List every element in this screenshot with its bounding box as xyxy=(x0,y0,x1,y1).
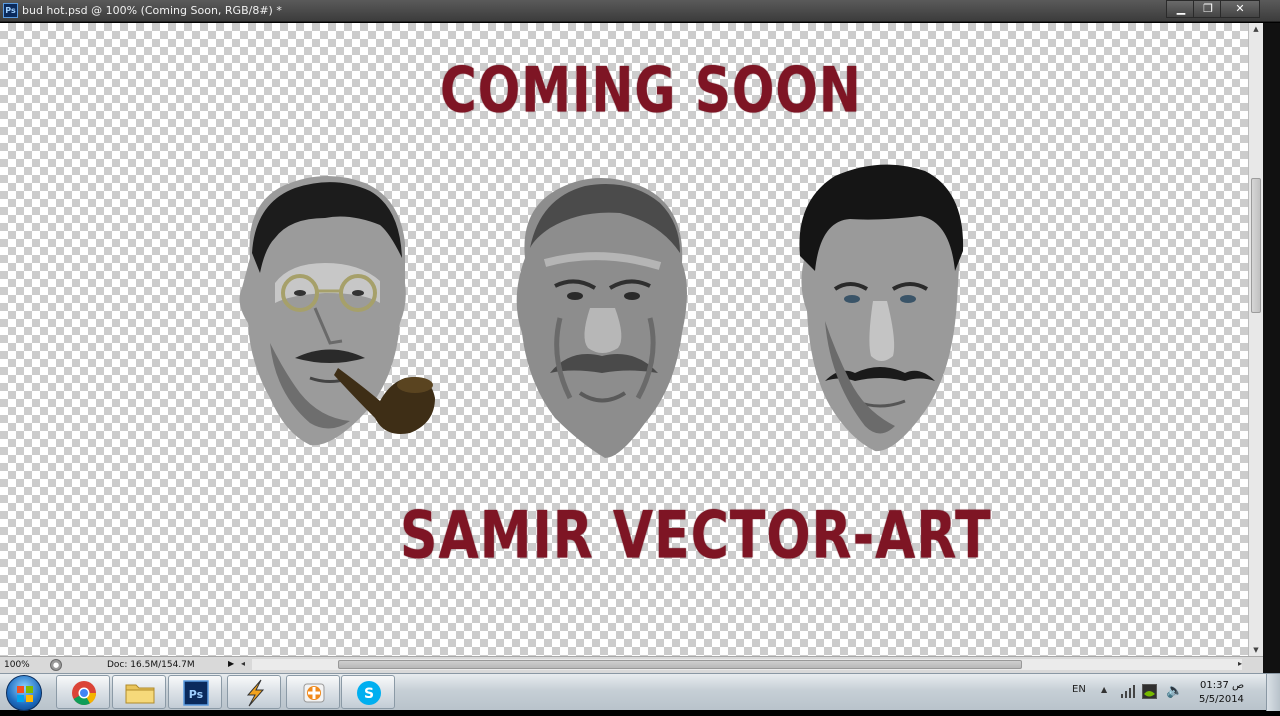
horizontal-scroll-thumb[interactable] xyxy=(338,660,1022,669)
horizontal-scrollbar[interactable] xyxy=(252,659,1242,670)
windows-flag-icon xyxy=(17,686,33,702)
windows-orb-icon[interactable] xyxy=(6,675,42,711)
chrome-icon xyxy=(72,681,96,706)
clock-date[interactable]: 5/5/2014 xyxy=(1199,694,1244,705)
status-bar: 100% ● Doc: 16.5M/154.7M ▶ ◂ ▸ xyxy=(0,656,1263,673)
winamp-icon xyxy=(246,679,265,707)
avast-icon xyxy=(303,683,325,703)
signal-bars-icon[interactable] xyxy=(1120,683,1136,699)
clock-time[interactable]: 01:37 ص xyxy=(1200,680,1244,691)
close-button[interactable]: ✕ xyxy=(1220,0,1260,18)
samir-vector-art-heading: SAMIR VECTOR-ART xyxy=(400,498,992,574)
taskbar-avast[interactable] xyxy=(286,675,340,709)
minimize-icon: ▁ xyxy=(1176,2,1186,15)
document-size: Doc: 16.5M/154.7M xyxy=(107,660,195,670)
svg-text:Ps: Ps xyxy=(189,688,204,701)
taskbar: Ps S EN ▲ 🔈 01:37 ص 5/5/2014 xyxy=(0,673,1280,711)
photoshop-icon: Ps xyxy=(183,680,209,706)
nvidia-icon[interactable] xyxy=(1142,684,1157,699)
show-hidden-icons-icon[interactable]: ▲ xyxy=(1101,685,1107,694)
close-icon: ✕ xyxy=(1235,2,1245,15)
skype-icon: S xyxy=(357,681,381,705)
scroll-left-icon[interactable]: ◂ xyxy=(241,659,245,668)
photoshop-window: Ps bud hot.psd @ 100% (Coming Soon, RGB/… xyxy=(0,0,1280,711)
taskbar-skype[interactable]: S xyxy=(341,675,395,709)
photoshop-app-icon: Ps xyxy=(3,3,18,18)
zoom-level[interactable]: 100% xyxy=(4,660,30,670)
document-title: bud hot.psd @ 100% (Coming Soon, RGB/8#)… xyxy=(22,4,282,17)
taskbar-chrome[interactable] xyxy=(56,675,110,709)
restore-button[interactable]: ❐ xyxy=(1193,0,1223,18)
title-bar[interactable]: Ps bud hot.psd @ 100% (Coming Soon, RGB/… xyxy=(0,0,1280,22)
scroll-right-icon[interactable]: ▸ xyxy=(1238,659,1242,668)
window-border xyxy=(1263,23,1280,673)
coming-soon-heading: COMING SOON xyxy=(440,53,862,127)
portrait-older-mustache-icon xyxy=(516,178,687,458)
taskbar-photoshop[interactable]: Ps xyxy=(168,675,222,709)
show-desktop-button[interactable] xyxy=(1266,674,1280,711)
volume-icon[interactable]: 🔈 xyxy=(1166,683,1183,699)
restore-icon: ❐ xyxy=(1203,2,1213,15)
document-canvas[interactable]: COMING SOON SAMIR VECTOR-ART xyxy=(0,23,1248,656)
vertical-scroll-thumb[interactable] xyxy=(1251,178,1261,313)
status-options-icon[interactable]: ● xyxy=(50,659,62,671)
status-menu-arrow-icon[interactable]: ▶ xyxy=(228,659,234,668)
scroll-down-icon[interactable]: ▼ xyxy=(1249,644,1263,656)
scroll-up-icon[interactable]: ▲ xyxy=(1249,23,1263,35)
taskbar-explorer[interactable] xyxy=(112,675,166,709)
portrait-curled-mustache-icon xyxy=(799,164,964,452)
vertical-scrollbar[interactable]: ▲ ▼ xyxy=(1248,23,1263,656)
language-indicator[interactable]: EN xyxy=(1072,684,1086,695)
nvidia-eye-icon xyxy=(1144,691,1155,697)
svg-text:S: S xyxy=(364,686,374,702)
taskbar-winamp[interactable] xyxy=(227,675,281,709)
folder-icon xyxy=(125,684,155,704)
portrait-glasses-pipe-icon xyxy=(239,175,435,446)
minimize-button[interactable]: ▁ xyxy=(1166,0,1196,18)
